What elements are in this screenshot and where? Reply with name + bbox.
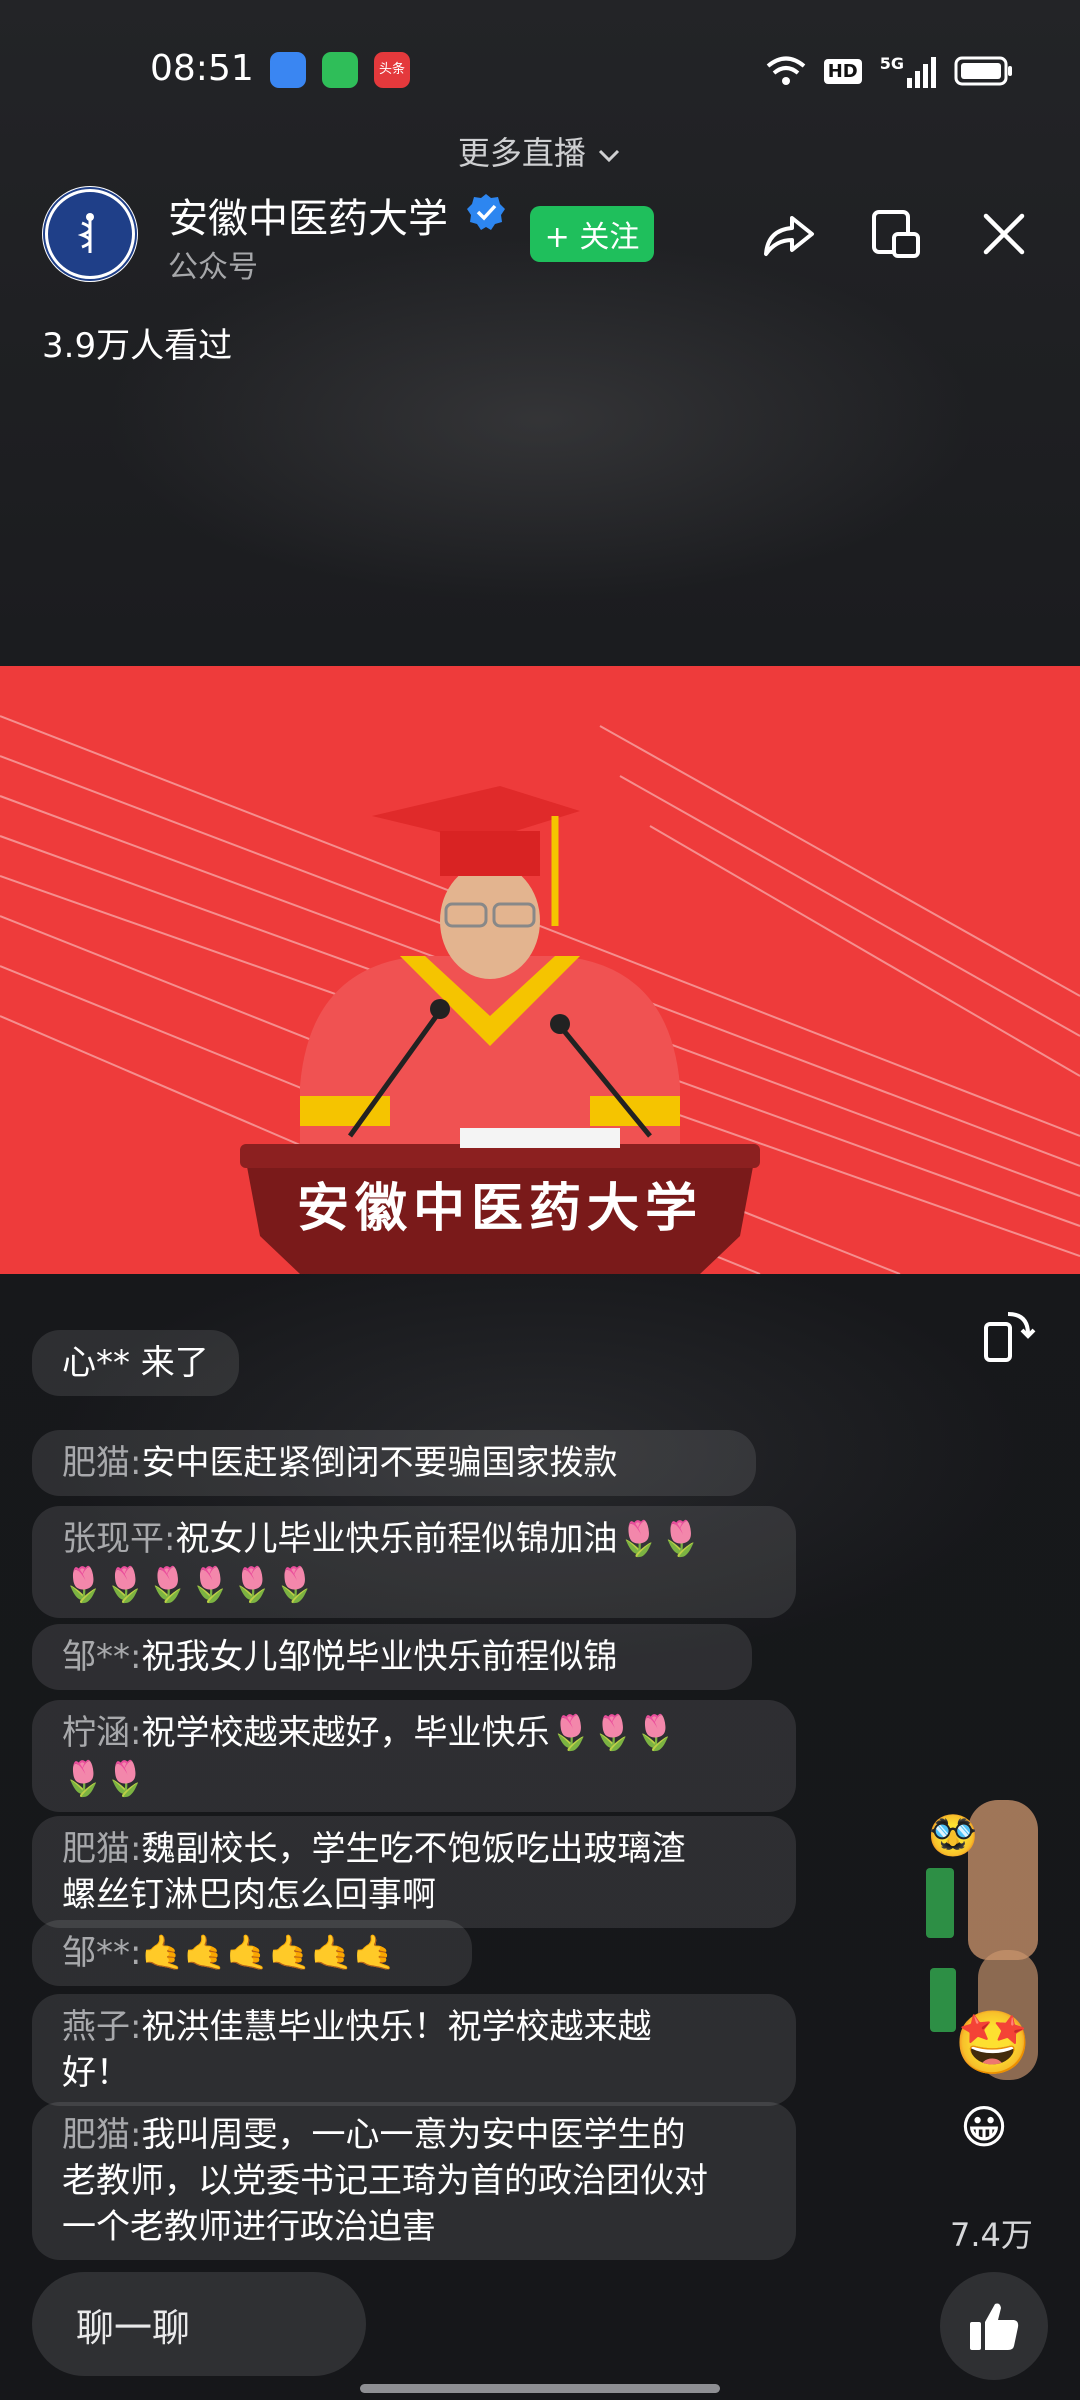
- verified-badge-icon: [467, 194, 505, 230]
- comment-item: 肥猫:安中医赶紧倒闭不要骗国家拨款: [32, 1430, 756, 1496]
- rotate-screen-icon[interactable]: [978, 1306, 1038, 1366]
- comment-item: 柠涵:祝学校越来越好，毕业快乐🌷🌷🌷 🌷🌷: [32, 1700, 796, 1812]
- status-bar: 08:51 头条 HD 5G: [0, 0, 1080, 140]
- signal-icon: 5G: [880, 54, 936, 88]
- chat-input-button[interactable]: 聊一聊: [32, 2272, 366, 2376]
- comment-item: 燕子:祝洪佳慧毕业快乐！祝学校越来越 好！: [32, 1994, 796, 2106]
- live-video-player[interactable]: 安徽中医药大学: [0, 666, 1080, 1274]
- thumbs-up-icon: [968, 1800, 1038, 1960]
- toutiao-notification-icon: 头条: [374, 52, 410, 88]
- podium-text: 安徽中医药大学: [296, 1178, 703, 1239]
- thumbs-up-icon: [970, 2303, 1019, 2350]
- comment-item: 张现平:祝女儿毕业快乐前程似锦加油🌷🌷 🌷🌷🌷🌷🌷🌷: [32, 1506, 796, 1618]
- university-emblem-icon: [45, 189, 135, 279]
- account-type: 公众号: [168, 250, 258, 285]
- picture-in-picture-icon[interactable]: [866, 204, 926, 264]
- more-live-dropdown[interactable]: 更多直播: [0, 128, 1080, 174]
- status-time: 08:51: [150, 48, 254, 89]
- share-icon[interactable]: [758, 204, 818, 264]
- message-notification-icon: [322, 52, 358, 88]
- comment-item: 邹**:🤙🤙🤙🤙🤙🤙: [32, 1920, 472, 1986]
- status-icons: HD 5G: [766, 54, 1014, 88]
- join-notice: 心** 来了: [32, 1330, 239, 1396]
- comment-item: 肥猫:魏副校长，学生吃不饱饭吃出玻璃渣 螺丝钉淋巴肉怎么回事啊: [32, 1816, 796, 1928]
- smiling-face-icon: 🥸: [928, 1813, 978, 1859]
- wifi-icon: [766, 56, 805, 85]
- hd-badge: HD: [823, 58, 862, 84]
- account-avatar[interactable]: [42, 186, 138, 282]
- like-count: 7.4万: [950, 2216, 1033, 2254]
- star-struck-face-icon: 🤩: [954, 2006, 1032, 2079]
- floating-reactions: 🥸 🤩 😀: [918, 1800, 1068, 2160]
- like-button[interactable]: [940, 2272, 1048, 2380]
- battery-icon: [954, 56, 1012, 86]
- chevron-down-icon: [599, 149, 620, 163]
- comment-item: 邹**:祝我女儿邹悦毕业快乐前程似锦: [32, 1624, 752, 1690]
- grinning-face-icon: 😀: [960, 2100, 1008, 2154]
- home-indicator[interactable]: [360, 2384, 720, 2393]
- comment-item: 肥猫:我叫周雯，一心一意为安中医学生的 老教师，以党委书记王琦为首的政治团伙对 一个…: [32, 2102, 796, 2260]
- app-notification-icon: [270, 52, 306, 88]
- close-icon[interactable]: [974, 204, 1034, 264]
- viewer-count: 3.9万人看过: [42, 326, 233, 366]
- account-name[interactable]: 安徽中医药大学: [168, 186, 448, 244]
- follow-button[interactable]: + 关注: [530, 206, 654, 262]
